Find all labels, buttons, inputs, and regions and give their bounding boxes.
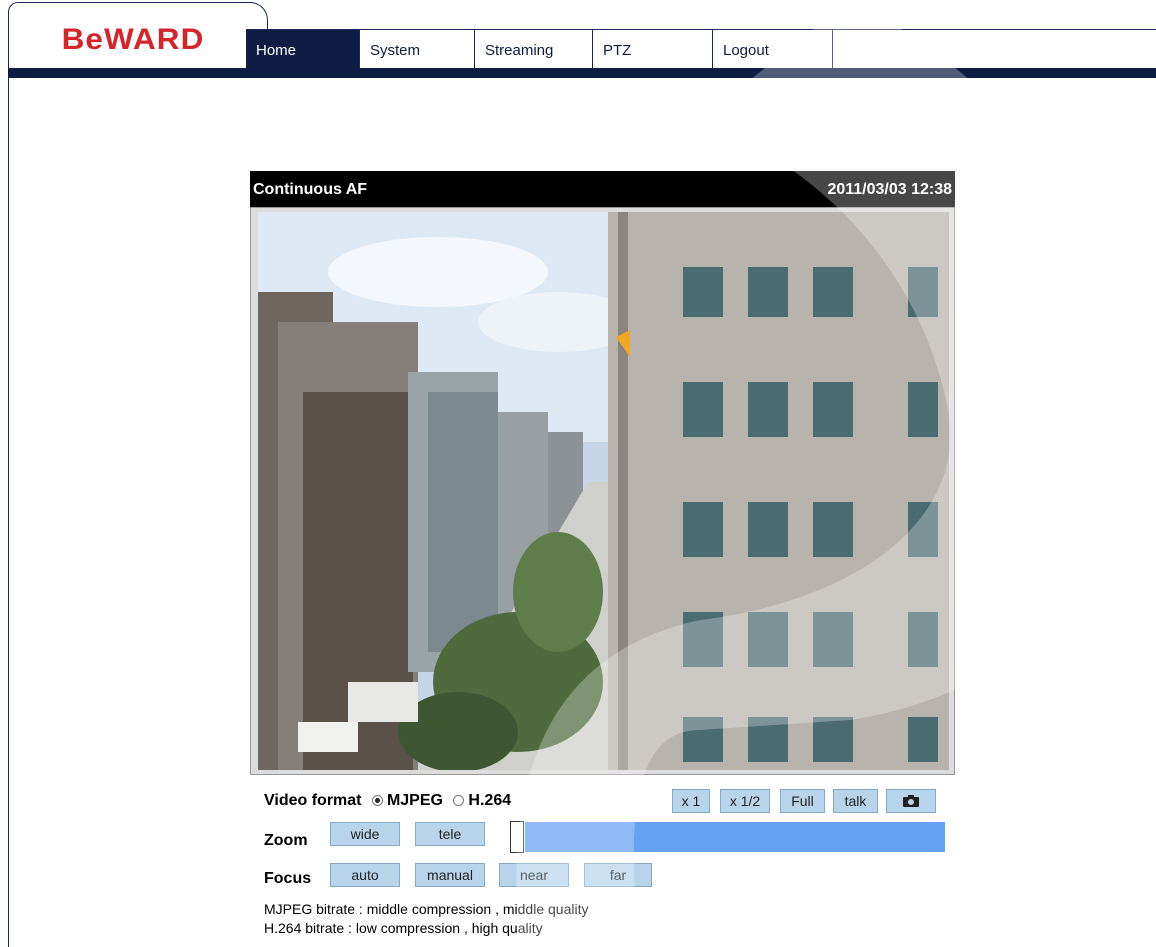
mjpeg-option[interactable]: MJPEG [371, 792, 443, 809]
focus-far-button[interactable]: far [584, 863, 652, 887]
zoom-slider-thumb[interactable] [510, 821, 524, 853]
snapshot-button[interactable] [886, 789, 936, 813]
video-datetime: 2011/03/03 12:38 [827, 181, 952, 198]
talk-button[interactable]: talk [833, 789, 878, 813]
mjpeg-label: MJPEG [386, 792, 443, 809]
focus-label: Focus [264, 870, 312, 887]
focus-near-button[interactable]: near [499, 863, 569, 887]
h264-bitrate-info: H.264 bitrate : low compression , high q… [264, 920, 543, 936]
zoom-wide-button[interactable]: wide [330, 822, 400, 846]
video-caption-bar: Continuous AF 2011/03/03 12:38 [250, 171, 955, 207]
focus-manual-button[interactable]: manual [415, 863, 485, 887]
focus-auto-button[interactable]: auto [330, 863, 400, 887]
h264-option[interactable]: H.264 [453, 792, 511, 809]
mjpeg-bitrate-info: MJPEG bitrate : middle compression , mid… [264, 901, 589, 917]
header: BeWARD Home System Streaming PTZ Logout [0, 0, 1156, 80]
camera-image [258, 212, 949, 770]
view-full-button[interactable]: Full [780, 789, 825, 813]
brand-logo: BeWARD [61, 23, 205, 56]
nav-home[interactable]: Home [246, 30, 360, 69]
main-nav: Home System Streaming PTZ Logout [246, 29, 1156, 69]
zoom-tele-button[interactable]: tele [415, 822, 485, 846]
zoom-slider-track[interactable] [525, 822, 945, 852]
nav-streaming[interactable]: Streaming [475, 30, 593, 69]
video-title: Continuous AF [253, 181, 368, 198]
h264-label: H.264 [468, 792, 512, 809]
live-video-view[interactable] [250, 207, 955, 775]
zoom-label: Zoom [264, 832, 308, 849]
video-format-row: Video format MJPEG H.264 [264, 792, 511, 810]
view-half-button[interactable]: x 1/2 [720, 789, 770, 813]
video-format-label: Video format [264, 792, 362, 809]
mjpeg-radio[interactable] [371, 795, 383, 806]
camera-icon [903, 795, 919, 807]
left-border [8, 78, 9, 947]
h264-radio[interactable] [453, 795, 465, 806]
nav-logout[interactable]: Logout [713, 30, 833, 69]
view-x1-button[interactable]: x 1 [672, 789, 710, 813]
nav-system[interactable]: System [360, 30, 475, 69]
nav-ptz[interactable]: PTZ [593, 30, 713, 69]
nav-underline-bar [8, 68, 1156, 78]
